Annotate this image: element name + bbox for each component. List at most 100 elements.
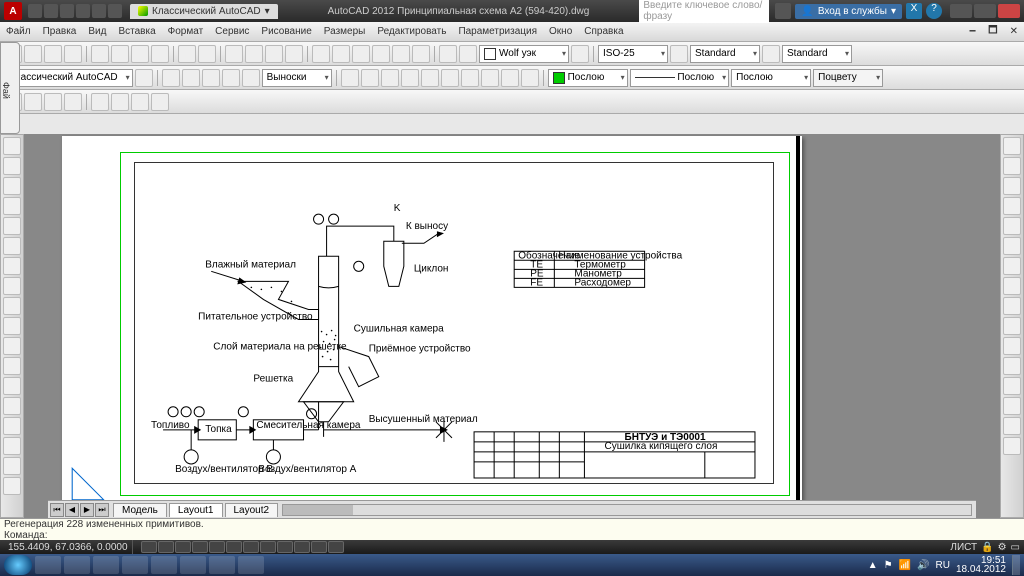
constraint3-icon[interactable] [44, 93, 62, 111]
fillet-icon[interactable] [1003, 417, 1021, 435]
chrome-icon[interactable] [93, 556, 119, 574]
lang-indicator[interactable]: RU [935, 560, 949, 571]
hatch-icon[interactable] [3, 277, 21, 295]
measure2-icon[interactable] [111, 93, 129, 111]
table-icon[interactable] [3, 377, 21, 395]
mleader-collect-icon[interactable] [242, 69, 260, 87]
arc-icon[interactable] [3, 197, 21, 215]
dim-arc-icon[interactable] [401, 69, 419, 87]
zoom-icon[interactable] [245, 45, 263, 63]
mleader-style-dropdown[interactable]: Выноски [262, 69, 332, 87]
model-paper-toggle[interactable]: ЛИСТ [950, 542, 977, 553]
qat-save-icon[interactable] [60, 4, 74, 18]
menu-window[interactable]: Окно [549, 26, 572, 37]
measure-icon[interactable] [91, 93, 109, 111]
browser-icon[interactable] [64, 556, 90, 574]
doc-max-icon[interactable]: 🗖 [988, 23, 998, 40]
close-button[interactable] [998, 4, 1020, 18]
zoom-prev-icon[interactable] [285, 45, 303, 63]
menu-tools[interactable]: Сервис [215, 26, 249, 37]
show-desktop-button[interactable] [1012, 555, 1020, 575]
autocad-task-icon[interactable] [209, 556, 235, 574]
tab-model[interactable]: Модель [113, 503, 167, 517]
zoom-window-icon[interactable] [265, 45, 283, 63]
save-icon[interactable] [44, 45, 62, 63]
exchange-icon[interactable]: X [906, 3, 922, 19]
word-icon[interactable] [180, 556, 206, 574]
plotstyle-dropdown[interactable]: Поцвету [813, 69, 883, 87]
app-task-icon[interactable] [238, 556, 264, 574]
offset-icon[interactable] [1003, 197, 1021, 215]
minimize-button[interactable] [950, 4, 972, 18]
markup-icon[interactable] [392, 45, 410, 63]
menu-view[interactable]: Вид [88, 26, 106, 37]
menu-modify[interactable]: Редактировать [377, 26, 446, 37]
otrack-toggle[interactable] [226, 541, 242, 553]
tool-palette-icon[interactable] [352, 45, 370, 63]
line-icon[interactable] [3, 137, 21, 155]
app-logo[interactable]: A [4, 2, 22, 20]
tab-layout2[interactable]: Layout2 [225, 503, 279, 517]
tab-last-icon[interactable]: ⏭ [95, 503, 109, 517]
donut-icon[interactable] [3, 417, 21, 435]
move-icon[interactable] [1003, 237, 1021, 255]
ellipse-icon[interactable] [3, 237, 21, 255]
text-icon[interactable] [3, 297, 21, 315]
print-icon[interactable] [64, 45, 82, 63]
file-tab-collapsed[interactable]: Фай [0, 42, 20, 134]
drawing-area[interactable]: K К выносу Циклон Влажный материал Питат… [24, 134, 1000, 518]
mleader-add-icon[interactable] [182, 69, 200, 87]
rectangle-icon[interactable] [3, 217, 21, 235]
mirror-icon[interactable] [1003, 177, 1021, 195]
dim-ordinate-icon[interactable] [461, 69, 479, 87]
tray-net-icon[interactable]: 📶 [899, 560, 911, 571]
layer-state-icon[interactable] [439, 45, 457, 63]
doc-close-icon[interactable]: ✕ [1010, 26, 1018, 37]
annoscale-icon[interactable]: 🔒 [981, 542, 993, 553]
skype-icon[interactable] [122, 556, 148, 574]
start-button[interactable] [4, 555, 32, 575]
dim-diameter-icon[interactable] [441, 69, 459, 87]
array-icon[interactable] [1003, 217, 1021, 235]
menu-edit[interactable]: Правка [43, 26, 77, 37]
measure4-icon[interactable] [151, 93, 169, 111]
cut-icon[interactable] [91, 45, 109, 63]
doc-min-icon[interactable]: 🗕 [969, 23, 976, 40]
mleader-remove-icon[interactable] [202, 69, 220, 87]
copy-icon[interactable] [111, 45, 129, 63]
dim-radius-icon[interactable] [421, 69, 439, 87]
copy-obj-icon[interactable] [1003, 157, 1021, 175]
dim-continue-icon[interactable] [501, 69, 519, 87]
menu-insert[interactable]: Вставка [118, 26, 155, 37]
dim-angular-icon[interactable] [381, 69, 399, 87]
paste-icon[interactable] [131, 45, 149, 63]
open-icon[interactable] [24, 45, 42, 63]
gear-icon[interactable] [135, 69, 153, 87]
trim-icon[interactable] [1003, 317, 1021, 335]
properties-icon[interactable] [312, 45, 330, 63]
ortho-toggle[interactable] [175, 541, 191, 553]
sc-toggle[interactable] [311, 541, 327, 553]
tray-flag-icon[interactable]: ⚑ [884, 560, 893, 571]
constraint4-icon[interactable] [64, 93, 82, 111]
menu-file[interactable]: Файл [6, 26, 31, 37]
undo-icon[interactable] [178, 45, 196, 63]
workspace-switch-icon[interactable]: ⚙ [998, 542, 1007, 553]
dim-baseline-icon[interactable] [481, 69, 499, 87]
workspace-dropdown[interactable]: Классический AutoCAD ▾ [130, 4, 278, 19]
textstyle-dropdown[interactable]: Standard [690, 45, 760, 63]
tray-vol-icon[interactable]: 🔊 [917, 560, 929, 571]
extend-icon[interactable] [1003, 337, 1021, 355]
help-icon[interactable]: ? [926, 3, 942, 19]
ducs-toggle[interactable] [243, 541, 259, 553]
qp-toggle[interactable] [294, 541, 310, 553]
mleader-icon[interactable] [162, 69, 180, 87]
dyn-toggle[interactable] [260, 541, 276, 553]
color-dropdown[interactable]: Послою [548, 69, 628, 87]
pan-icon[interactable] [225, 45, 243, 63]
rotate-icon[interactable] [1003, 257, 1021, 275]
constraint2-icon[interactable] [24, 93, 42, 111]
measure3-icon[interactable] [131, 93, 149, 111]
region-icon[interactable] [3, 357, 21, 375]
explorer-icon[interactable] [35, 556, 61, 574]
